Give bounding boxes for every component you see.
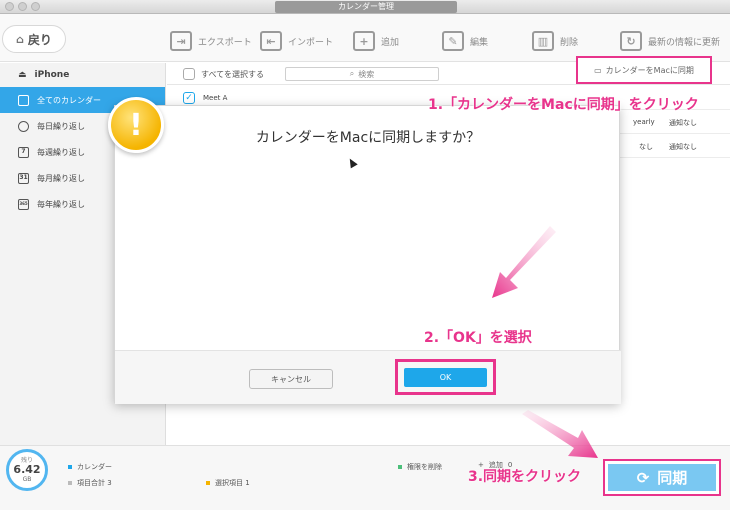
legend-dot (68, 481, 72, 485)
title-bar: カレンダー管理 (0, 0, 730, 14)
clock-icon (18, 120, 29, 132)
sidebar-item-label: 毎日繰り返し (37, 121, 85, 131)
cancel-button[interactable]: キャンセル (249, 369, 333, 389)
dialog-footer: キャンセル OK (115, 350, 621, 404)
legend-label: カレンダー (77, 463, 112, 471)
back-button[interactable]: ⌂ 戻り (2, 25, 66, 53)
sync-button-frame: ⟳ 同期 (603, 459, 721, 496)
add-icon: + (353, 31, 375, 51)
storage-unit: GB (22, 476, 32, 483)
window-controls (5, 2, 40, 11)
refresh-button[interactable]: ↻ 最新の情報に更新 (620, 30, 720, 52)
zoom-window-button[interactable] (31, 2, 40, 11)
export-label: エクスポート (198, 37, 252, 48)
close-window-button[interactable] (5, 2, 14, 11)
sync-icon: ⟳ (636, 468, 650, 487)
legend-delete: 権限を削除 (398, 462, 442, 472)
delete-label: 削除 (560, 37, 579, 48)
ok-button[interactable]: OK (404, 368, 487, 387)
legend-dot (206, 481, 210, 485)
calendar-icon (18, 94, 29, 106)
edit-icon: ✎ (442, 31, 464, 51)
legend-label: 権限を削除 (407, 463, 442, 471)
list-header: すべてを選択する ⌕ 検索 ▭ カレンダーをMacに同期 (167, 56, 730, 85)
import-label: インポート (288, 37, 334, 48)
monitor-icon: ▭ (594, 65, 602, 75)
sync-to-mac-button[interactable]: ▭ カレンダーをMacに同期 (576, 56, 712, 84)
trash-icon: ▥ (532, 31, 554, 51)
dialog-message: カレンダーをMacに同期しますか？ (255, 130, 481, 146)
row-title: Meet A (203, 94, 228, 102)
sync-label: 同期 (657, 469, 688, 487)
warning-icon: ! (108, 97, 164, 153)
refresh-label: 最新の情報に更新 (648, 37, 721, 48)
refresh-icon: ↻ (620, 31, 642, 51)
legend-dot (68, 465, 72, 469)
legend-label: 選択項目 1 (215, 479, 250, 487)
legend-selected: 選択項目 1 (206, 478, 250, 488)
calendar-31-icon: 31 (18, 172, 29, 184)
arrow-icon (492, 226, 556, 298)
annotation-step1: 1.「カレンダーをMacに同期」をクリック (428, 97, 699, 113)
row-alert: 通知なし (669, 143, 697, 151)
sidebar-item-label: 毎週繰り返し (37, 147, 85, 157)
sidebar-item-label: 毎年繰り返し (37, 199, 85, 209)
row-repeat: なし (639, 143, 653, 151)
add-button[interactable]: + 追加 (353, 30, 399, 52)
annotation-step2: 2.「OK」を選択 (424, 330, 532, 346)
ok-highlight-frame: OK (395, 359, 496, 395)
device-name: iPhone (34, 70, 70, 80)
window-title: カレンダー管理 (275, 1, 457, 13)
annotation-step3: 3.同期をクリック (468, 469, 582, 485)
legend-calendar: カレンダー (68, 462, 112, 472)
edit-button[interactable]: ✎ 編集 (442, 30, 488, 52)
delete-button[interactable]: ▥ 削除 (532, 30, 578, 52)
search-placeholder: 検索 (358, 69, 375, 79)
sidebar-item-label: 毎月繰り返し (37, 173, 85, 183)
select-all-checkbox[interactable] (183, 68, 195, 80)
add-label: 追加 (381, 37, 400, 48)
storage-value: 6.42 (13, 463, 41, 476)
back-label: 戻り (27, 32, 52, 47)
select-all-label: すべてを選択する (201, 70, 264, 79)
import-icon: ⇤ (260, 31, 282, 51)
edit-label: 編集 (470, 37, 489, 48)
minimize-window-button[interactable] (18, 2, 27, 11)
export-button[interactable]: ⇥ エクスポート (170, 30, 252, 52)
row-repeat: yearly (633, 118, 655, 126)
storage-gauge: 残り 6.42 GB (6, 449, 48, 491)
row-checkbox[interactable]: ✓ (183, 92, 195, 104)
export-icon: ⇥ (170, 31, 192, 51)
arrow-icon (522, 410, 598, 458)
row-alert: 通知なし (669, 119, 697, 127)
status-bar: 残り 6.42 GB カレンダー 項目合計 3 選択項目 1 権限を削除 + 追… (0, 445, 730, 510)
home-icon: ⌂ (16, 32, 24, 46)
sync-button[interactable]: ⟳ 同期 (608, 464, 716, 491)
search-input[interactable]: ⌕ 検索 (285, 67, 439, 81)
sidebar-item-label: 全てのカレンダー (37, 95, 101, 105)
toolbar: ⌂ 戻り ⇥ エクスポート ⇤ インポート + 追加 ✎ 編集 ▥ 削除 ↻ 最… (0, 14, 730, 62)
eject-icon: ⏏ (18, 70, 27, 80)
legend-total: 項目合計 3 (68, 478, 112, 488)
legend-dot (398, 465, 402, 469)
search-icon: ⌕ (349, 69, 355, 78)
import-button[interactable]: ⇤ インポート (260, 30, 333, 52)
calendar-7-icon: 7 (18, 146, 29, 158)
sync-to-mac-label: カレンダーをMacに同期 (605, 65, 694, 75)
calendar-365-icon: 365 (18, 198, 29, 210)
legend-label: 項目合計 3 (77, 479, 112, 487)
sidebar-device[interactable]: ⏏ iPhone (0, 63, 165, 87)
